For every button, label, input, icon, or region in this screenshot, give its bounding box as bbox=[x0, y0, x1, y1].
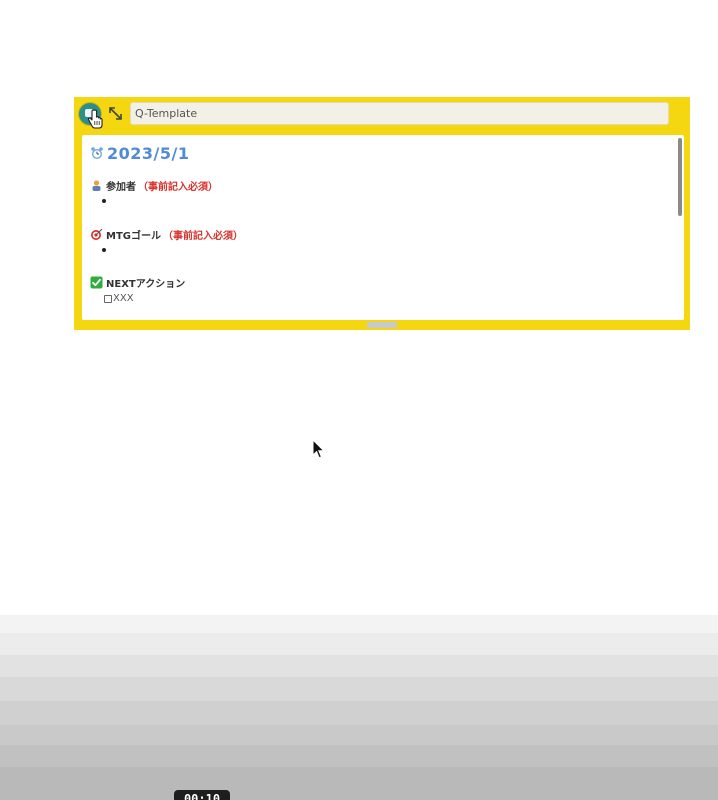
mtg-goal-heading: MTGゴール （事前記入必須） bbox=[90, 226, 243, 242]
alarm-clock-icon bbox=[91, 147, 103, 159]
next-action-heading: NEXTアクション bbox=[90, 274, 185, 290]
date-text: 2023/5/1 bbox=[107, 143, 190, 163]
video-player-bar bbox=[0, 615, 718, 800]
participants-heading: 参加者 （事前記入必須） bbox=[90, 177, 218, 193]
mtg-goal-label: MTGゴール bbox=[106, 230, 161, 242]
participants-bullet bbox=[102, 199, 106, 203]
sticky-note-widget: 2023/5/1 参加者 （事前記入必須） MTGゴール bbox=[74, 97, 690, 330]
hand-pointer-cursor-icon bbox=[87, 109, 103, 129]
mtg-goal-bullet bbox=[102, 248, 106, 252]
note-scrollbar[interactable] bbox=[678, 138, 682, 216]
expand-arrows-icon[interactable] bbox=[107, 105, 124, 122]
todo-item-text: XXX bbox=[113, 293, 134, 304]
people-icon bbox=[92, 179, 101, 191]
resize-handle[interactable] bbox=[367, 322, 397, 328]
note-content-area[interactable]: 2023/5/1 参加者 （事前記入必須） MTGゴール （事前記入必須） NE… bbox=[82, 135, 684, 320]
mouse-pointer-icon bbox=[312, 439, 326, 459]
widget-toolbar bbox=[74, 97, 690, 131]
todo-item: XXX bbox=[104, 292, 134, 305]
date-heading: 2023/5/1 bbox=[90, 143, 189, 163]
next-action-label: NEXTアクション bbox=[106, 278, 186, 290]
check-icon bbox=[90, 276, 103, 288]
target-icon bbox=[91, 228, 103, 240]
participants-label: 参加者 bbox=[106, 181, 136, 193]
participants-required-note: （事前記入必須） bbox=[138, 181, 218, 193]
video-timestamp: 00:10 bbox=[174, 790, 230, 800]
template-name-input[interactable] bbox=[130, 102, 669, 125]
todo-checkbox[interactable] bbox=[104, 294, 112, 303]
screen: 2023/5/1 参加者 （事前記入必須） MTGゴール bbox=[0, 0, 718, 800]
mtg-goal-required-note: （事前記入必須） bbox=[162, 230, 243, 242]
